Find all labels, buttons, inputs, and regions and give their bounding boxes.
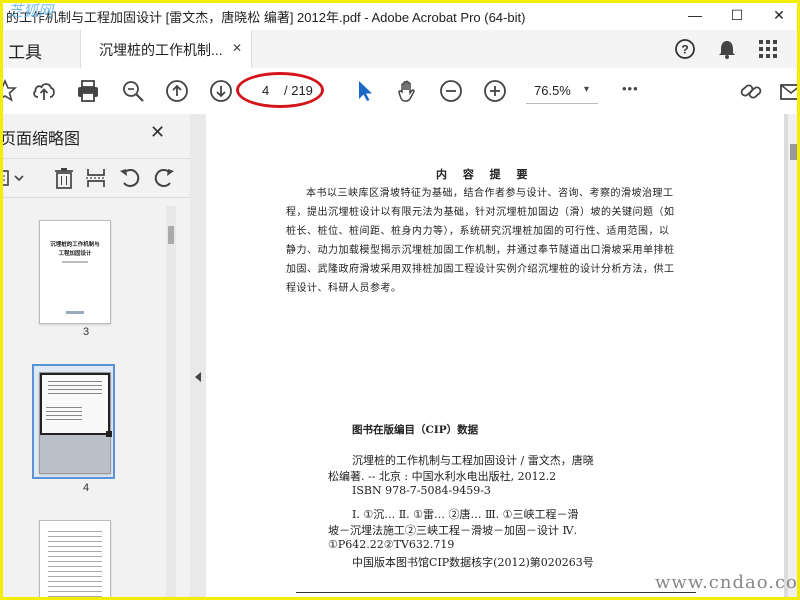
cip-line: ISBN 978-7-5084-9459-3: [352, 484, 491, 497]
rotate-left-icon[interactable]: [118, 166, 142, 190]
cip-heading: 图书在版编目（CIP）数据: [352, 424, 479, 436]
cip-line: 坡－沉埋法施工②三峡工程－滑坡－加固－设计 Ⅳ.: [328, 524, 577, 537]
tab-document[interactable]: 沉埋桩的工作机制... ✕: [80, 30, 252, 68]
page-thumbnail[interactable]: [39, 520, 111, 600]
maximize-button[interactable]: ☐: [722, 2, 752, 28]
scrollbar-thumb[interactable]: [790, 144, 798, 160]
thumbnail-toolbar: [0, 158, 190, 198]
window-title: 的工作机制与工程加固设计 [雷文杰，唐晓松 编著] 2012年.pdf - Ad…: [6, 10, 526, 25]
page-thumbnail[interactable]: 沉埋桩的工作机制与 工程加固设计: [39, 220, 111, 324]
main-toolbar: 4 / 219 76.5% ▾ •••: [0, 68, 800, 115]
zoom-search-icon[interactable]: [120, 78, 146, 104]
rotate-right-icon[interactable]: [152, 166, 176, 190]
page-thumbnails-panel: 页面缩略图 ✕ 沉埋桩的工作机制与 工程加固设计 3 4: [0, 114, 191, 600]
page-thumbnail-current[interactable]: [39, 372, 112, 474]
close-tab-icon[interactable]: ✕: [232, 41, 242, 55]
cip-note: 中国版本图书馆CIP数据核字(2012)第020263号: [352, 556, 594, 569]
hand-tool-icon[interactable]: [394, 78, 420, 104]
cip-line: Ⅰ. ①沉… Ⅱ. ①雷… ②唐… Ⅲ. ①三峡工程－滑: [352, 508, 579, 521]
summary-heading: 内 容 提 要: [436, 168, 534, 181]
resize-handle[interactable]: [106, 431, 112, 437]
delete-page-icon[interactable]: [52, 166, 76, 190]
thumbnail-title-line: 沉埋桩的工作机制与: [50, 242, 100, 248]
minimize-button[interactable]: —: [680, 2, 710, 28]
thumbnail-options-icon[interactable]: [0, 168, 32, 190]
zoom-out-icon[interactable]: [438, 78, 464, 104]
star-icon[interactable]: [0, 78, 18, 104]
pdf-page: 内 容 提 要 本书以三峡库区滑坡特征为基础，结合作者参与设计、咨询、考察的滑坡…: [206, 114, 784, 600]
close-window-button[interactable]: ✕: [764, 2, 794, 28]
extract-pages-icon[interactable]: [84, 166, 108, 190]
print-icon[interactable]: [75, 78, 101, 104]
close-panel-icon[interactable]: ✕: [150, 122, 165, 143]
panel-splitter[interactable]: [190, 114, 206, 600]
watermark-logo: 芝狐网: [8, 3, 54, 20]
document-view[interactable]: 内 容 提 要 本书以三峡库区滑坡特征为基础，结合作者参与设计、咨询、考察的滑坡…: [206, 114, 790, 600]
chevron-down-icon: ▾: [584, 84, 590, 95]
tab-tools[interactable]: 工具: [8, 38, 42, 63]
zoom-value: 76.5%: [534, 83, 571, 98]
thumbnail-list: 沉埋桩的工作机制与 工程加固设计 3 4: [0, 196, 176, 600]
notification-bell-icon[interactable]: [716, 38, 738, 60]
thumbnail-text-lines: [46, 407, 82, 421]
collapse-panel-icon[interactable]: [194, 372, 202, 382]
email-icon[interactable]: [778, 78, 800, 104]
next-page-icon[interactable]: [208, 78, 234, 104]
svg-text:?: ?: [681, 43, 688, 57]
apps-grid-icon[interactable]: [757, 38, 779, 60]
zoom-select[interactable]: 76.5% ▾: [526, 79, 598, 104]
divider: [296, 592, 696, 593]
thumbnail-text-lines: [48, 381, 102, 397]
cip-line: 沉埋桩的工作机制与工程加固设计 / 雷文杰，唐晓: [352, 454, 594, 467]
help-icon[interactable]: ?: [674, 38, 696, 60]
document-scrollbar[interactable]: [788, 114, 800, 600]
cip-line: 松编著. -- 北京 : 中国水利水电出版社, 2012.2: [328, 470, 557, 483]
more-tools-button[interactable]: •••: [622, 81, 639, 96]
thumbnail-title-line: 工程加固设计: [58, 251, 92, 257]
title-bar: 的工作机制与工程加固设计 [雷文杰，唐晓松 编著] 2012年.pdf - Ad…: [0, 0, 800, 30]
panel-title: 页面缩略图: [0, 131, 81, 148]
thumbnail-author-line: [62, 261, 88, 263]
thumbnail-page-number: 4: [82, 482, 90, 494]
thumbnail-publisher-mark: [66, 311, 84, 314]
thumbnail-scrollbar[interactable]: [166, 206, 176, 600]
summary-paragraph: 本书以三峡库区滑坡特征为基础，结合作者参与设计、咨询、考察的滑坡治理工程，提出沉…: [286, 188, 675, 294]
upload-cloud-icon[interactable]: [31, 78, 57, 104]
highlight-ellipse: [236, 72, 324, 108]
cip-line: ①P642.22②TV632.719: [328, 538, 455, 551]
thumbnail-shaded-region: [40, 435, 110, 473]
tab-bar: 工具 沉埋桩的工作机制... ✕ ?: [0, 30, 800, 69]
site-watermark: www.cndao.com: [655, 572, 800, 593]
scrollbar-thumb[interactable]: [168, 226, 174, 244]
previous-page-icon[interactable]: [164, 78, 190, 104]
tab-document-label: 沉埋桩的工作机制...: [99, 42, 223, 58]
thumbnail-text-lines: [48, 531, 102, 600]
zoom-in-icon[interactable]: [482, 78, 508, 104]
thumbnail-page-number: 3: [82, 326, 90, 338]
thumbnail-title: 沉埋桩的工作机制与 工程加固设计: [40, 241, 110, 259]
select-pointer-icon[interactable]: [352, 78, 378, 104]
link-icon[interactable]: [738, 78, 764, 104]
